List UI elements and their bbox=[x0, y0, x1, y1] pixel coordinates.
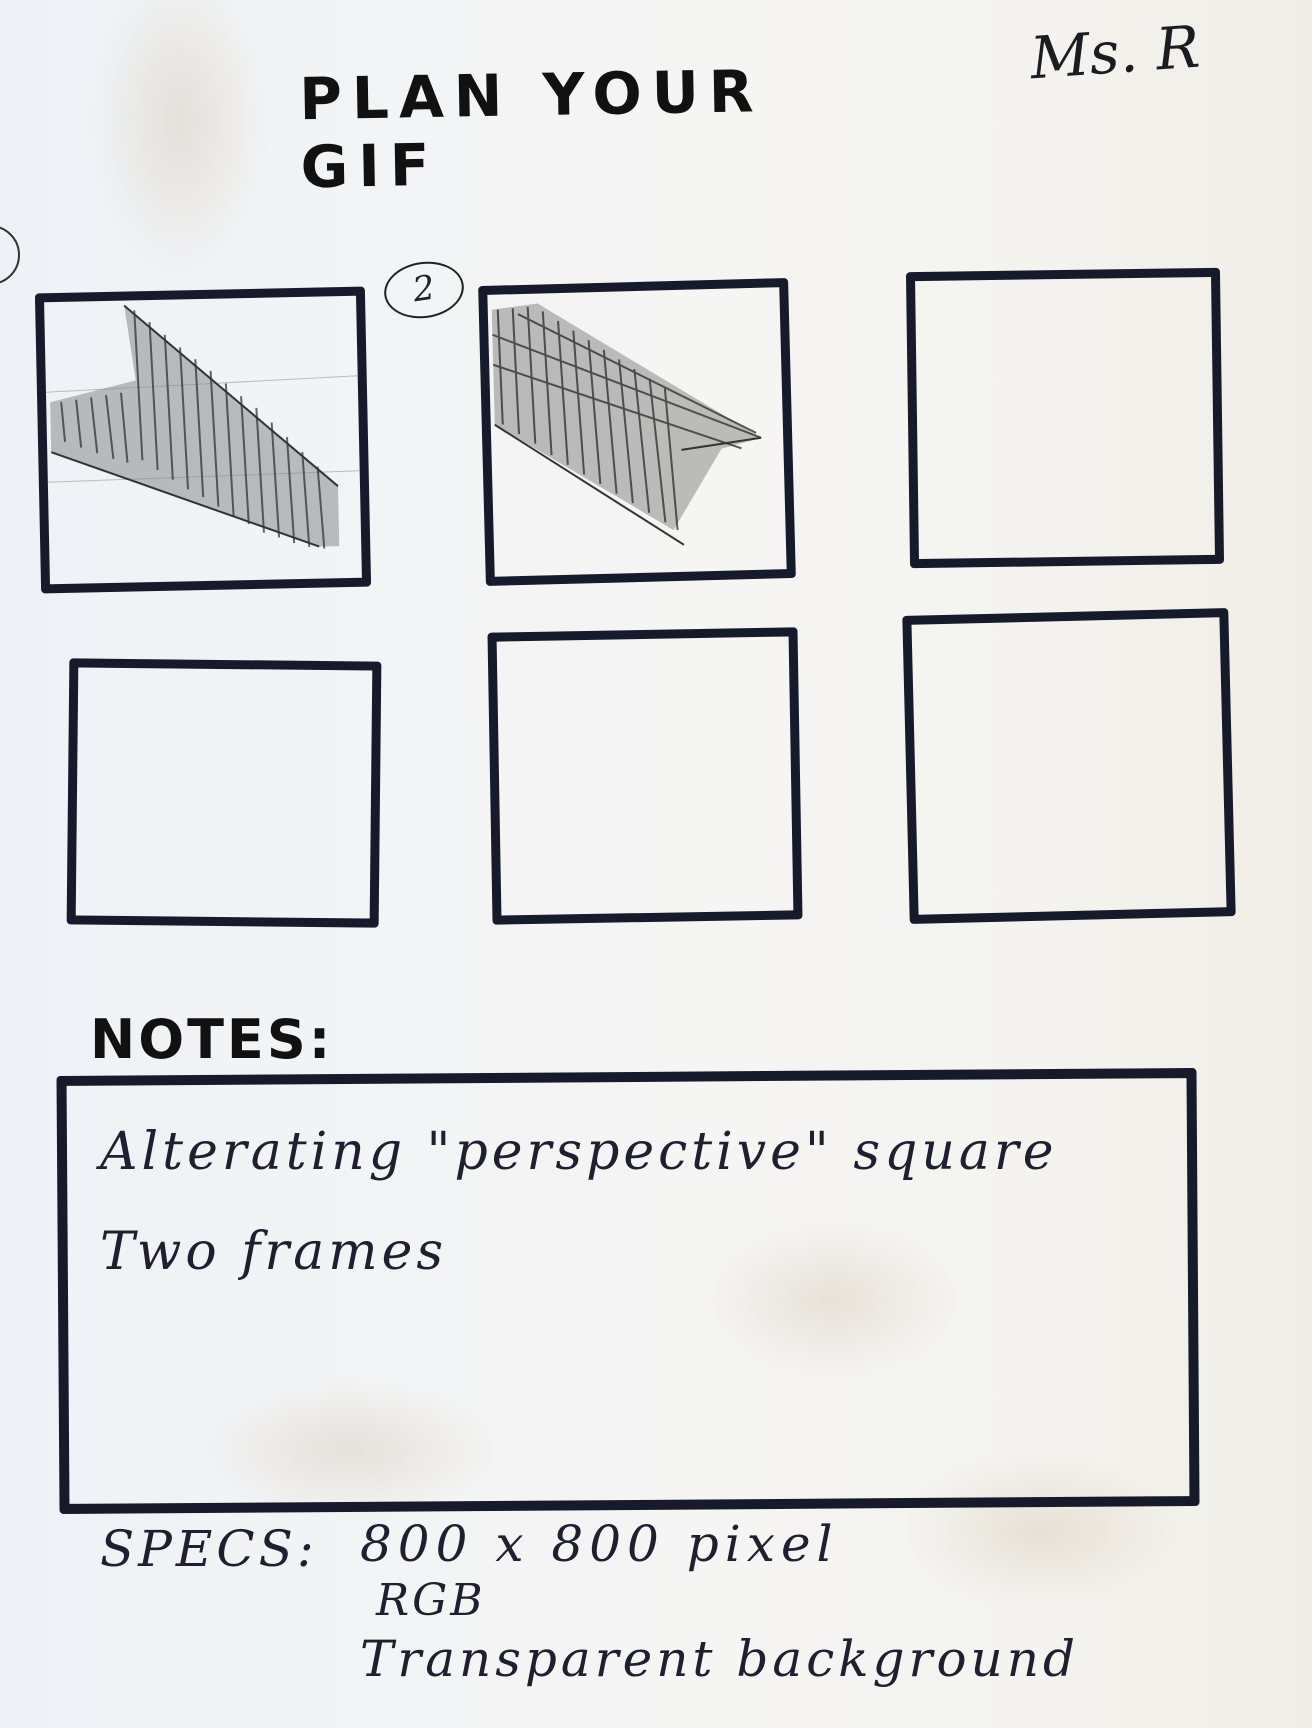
note-line: Two frames bbox=[100, 1222, 448, 1282]
spec-item: RGB bbox=[376, 1575, 486, 1626]
frame-1 bbox=[34, 286, 372, 594]
frame-number-label: 2 bbox=[380, 256, 468, 324]
frame-1-sketch bbox=[45, 304, 360, 549]
page-title: PLAN YOUR GIF bbox=[298, 57, 765, 202]
spec-item: Transparent background bbox=[360, 1630, 1079, 1688]
note-line: Alterating "perspective" square bbox=[100, 1122, 1058, 1182]
frame-2-sketch bbox=[491, 303, 762, 546]
author-name: Ms. R bbox=[1027, 12, 1202, 93]
frame-6 bbox=[902, 608, 1236, 924]
frame-4 bbox=[66, 658, 382, 928]
notes-label: NOTES: bbox=[90, 1008, 334, 1071]
frame-5 bbox=[487, 627, 803, 925]
frame-2 bbox=[478, 277, 796, 587]
specs-label: SPECS: bbox=[100, 1520, 318, 1578]
worksheet-page: PLAN YOUR GIF Ms. R 2 NOTES: Alterating … bbox=[0, 0, 1312, 1728]
spec-item: 800 x 800 pixel bbox=[360, 1515, 839, 1573]
frame-3 bbox=[905, 267, 1225, 569]
partial-circle-mark bbox=[0, 225, 20, 285]
